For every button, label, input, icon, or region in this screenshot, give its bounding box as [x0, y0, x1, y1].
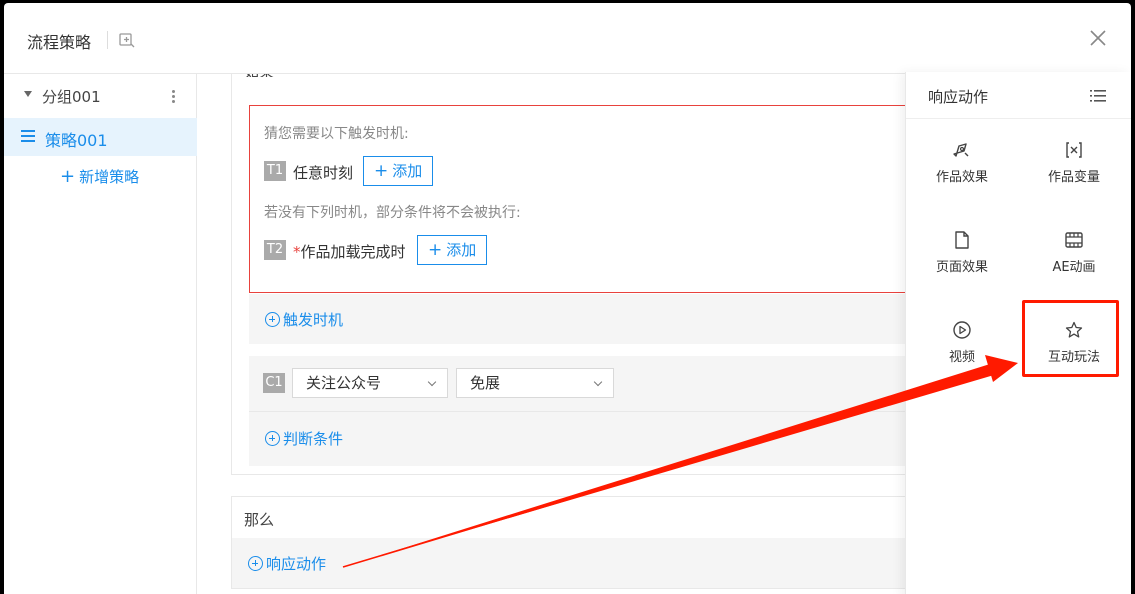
condition-value-value: 免展 [470, 374, 501, 392]
add-response-action-label: 响应动作 [266, 555, 327, 573]
tile-label: AE动画 [1052, 260, 1096, 275]
circle-plus-icon [248, 556, 263, 571]
plus-icon: + [428, 240, 443, 260]
t2-add-button[interactable]: + 添加 [417, 235, 488, 265]
close-icon[interactable] [1085, 25, 1111, 51]
condition-type-select[interactable]: 关注公众号 [292, 368, 448, 398]
add-trigger-label: 触发时机 [283, 311, 344, 329]
add-trigger-button[interactable]: 触发时机 [265, 309, 343, 330]
file-icon [955, 231, 969, 249]
t1-add-label: 添加 [392, 162, 423, 180]
circle-plus-icon [265, 312, 280, 327]
sidebar-item-strategy[interactable]: 策略001 [4, 118, 197, 156]
sidebar-group[interactable]: 分组001 [4, 82, 197, 112]
annotation-highlight-box [1022, 300, 1119, 377]
t1-label: 任意时刻 [293, 164, 354, 182]
plus-icon: + [374, 161, 389, 181]
add-condition-button[interactable]: 判断条件 [265, 428, 343, 449]
action-tile-ae-animation[interactable]: AE动画 [1018, 230, 1130, 310]
action-tile-page-effect[interactable]: 页面效果 [906, 230, 1018, 310]
tile-label: 页面效果 [935, 260, 988, 275]
caret-down-icon[interactable] [24, 91, 32, 97]
trigger-suggestion-box: 猜您需要以下触发时机: T1 任意时刻 + 添加 若没有下列时机，部分条件将不会被… [249, 105, 949, 293]
export-icon[interactable] [118, 31, 136, 49]
strategy-dialog: 流程策略 分组001 策略001 +新增策略 如果 猜您需要以下触发时机 [4, 3, 1131, 594]
pen-nib-icon [953, 143, 969, 157]
then-action-row: 响应动作 [232, 538, 932, 588]
t2-label-text: 作品加载完成时 [300, 243, 406, 261]
t1-add-button[interactable]: + 添加 [363, 156, 434, 186]
more-vertical-icon[interactable] [170, 88, 176, 106]
chevron-down-icon [427, 377, 437, 387]
variable-x-icon [1066, 142, 1082, 158]
required-mark: * [293, 243, 301, 261]
play-circle-icon [953, 321, 971, 339]
action-tile-video[interactable]: 视频 [906, 320, 1018, 400]
add-strategy-button[interactable]: + 新增策略 [60, 166, 139, 187]
then-section: 那么 响应动作 [231, 496, 932, 589]
chevron-down-icon [593, 377, 603, 387]
tile-label: 作品效果 [935, 170, 988, 185]
tile-label: 作品变量 [1047, 170, 1100, 185]
group-label: 分组001 [42, 88, 101, 106]
add-trigger-row: 触发时机 [249, 294, 949, 344]
list-view-icon[interactable] [1090, 89, 1106, 103]
panel-title: 响应动作 [928, 88, 989, 106]
c1-badge: C1 [263, 373, 285, 393]
t1-badge: T1 [264, 161, 286, 181]
panel-divider [906, 118, 1131, 119]
strategy-label: 策略001 [45, 131, 108, 150]
add-condition-label: 判断条件 [283, 430, 344, 448]
circle-plus-icon [265, 431, 280, 446]
condition-type-value: 关注公众号 [306, 374, 382, 392]
t2-badge: T2 [264, 240, 286, 260]
add-response-action-button[interactable]: 响应动作 [248, 553, 326, 574]
condition-row: C1 关注公众号 免展 [249, 356, 949, 411]
add-condition-row: 判断条件 [249, 411, 949, 466]
trigger-warning: 若没有下列时机，部分条件将不会被执行: [264, 205, 521, 221]
condition-value-select[interactable]: 免展 [456, 368, 614, 398]
list-icon [21, 130, 35, 142]
trigger-hint: 猜您需要以下触发时机: [264, 126, 409, 142]
action-tile-work-variable[interactable]: 作品变量 [1018, 140, 1130, 220]
then-section-title: 那么 [244, 511, 275, 529]
strategy-sidebar: 分组001 策略001 + 新增策略 [4, 74, 197, 594]
dialog-header: 流程策略 [4, 3, 1131, 74]
if-section-title: 如果 [244, 74, 274, 77]
title-separator [107, 31, 108, 49]
plus-icon: + [60, 166, 76, 187]
action-tile-work-effect[interactable]: 作品效果 [906, 140, 1018, 220]
t2-label: *作品加载完成时 [293, 241, 406, 262]
film-icon [1065, 232, 1083, 248]
tile-label: 视频 [948, 350, 975, 365]
add-strategy-label: 新增策略 [79, 168, 140, 186]
dialog-title: 流程策略 [27, 33, 92, 52]
t2-add-label: 添加 [446, 241, 477, 259]
